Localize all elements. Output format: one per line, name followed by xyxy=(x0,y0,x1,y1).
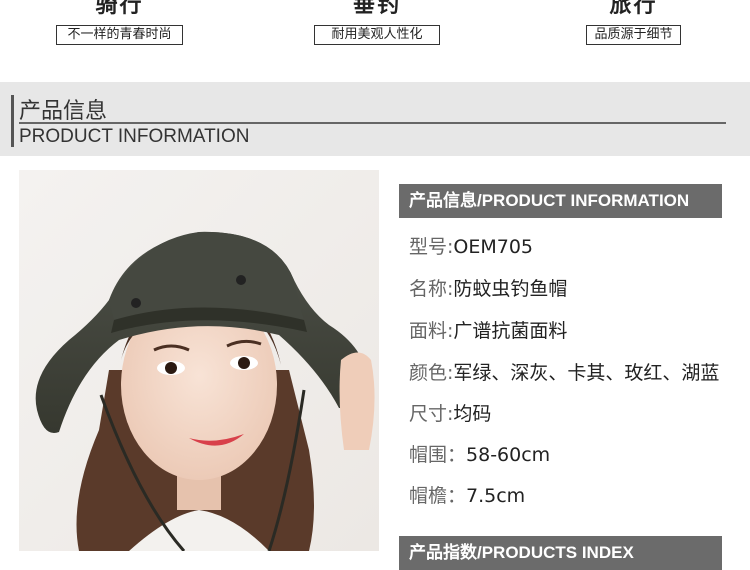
section-divider xyxy=(19,122,726,124)
spec-value: 广谱抗菌面料 xyxy=(453,320,568,342)
spec-value: 58-60cm xyxy=(466,444,551,466)
section-header: 产品信息 PRODUCT INFORMATION xyxy=(0,82,750,156)
spec-colors: 颜色:军绿、深灰、卡其、玫红、湖蓝 xyxy=(409,358,719,385)
spec-name: 名称:防蚊虫钓鱼帽 xyxy=(409,274,567,301)
spec-label: 尺寸: xyxy=(409,403,454,425)
spec-head-circumference: 帽围：58-60cm xyxy=(409,440,550,467)
spec-value: 防蚊虫钓鱼帽 xyxy=(453,278,568,300)
spec-brim: 帽檐：7.5cm xyxy=(409,481,525,508)
spec-label: 名称: xyxy=(409,278,454,300)
model-wearing-hat-image xyxy=(19,170,379,551)
feature-tag: 不一样的青春时尚 xyxy=(56,25,183,45)
spec-fabric: 面料:广谱抗菌面料 xyxy=(409,316,567,343)
section-title-en: PRODUCT INFORMATION xyxy=(19,126,250,147)
feature-name: 旅行 xyxy=(609,0,658,18)
feature-name: 垂钓 xyxy=(352,0,401,18)
spec-value: 军绿、深灰、卡其、玫红、湖蓝 xyxy=(453,362,720,384)
spec-label: 面料: xyxy=(409,320,454,342)
spec-model: 型号:OEM705 xyxy=(409,232,533,259)
section-accent-bar xyxy=(11,95,14,147)
feature-tag: 耐用美观人性化 xyxy=(314,25,440,45)
spec-value: 均码 xyxy=(453,403,492,425)
product-photo xyxy=(19,170,379,551)
feature-row: 骑行 不一样的青春时尚 垂钓 耐用美观人性化 旅行 品质源于细节 xyxy=(0,0,750,82)
feature-tag: 品质源于细节 xyxy=(586,25,681,45)
spec-value: 7.5cm xyxy=(466,485,526,507)
spec-label: 颜色: xyxy=(409,362,454,384)
product-index-header: 产品指数/PRODUCTS INDEX xyxy=(399,536,722,570)
section-title-cn: 产品信息 xyxy=(19,99,108,124)
spec-label: 帽檐： xyxy=(409,485,467,507)
spec-label: 型号: xyxy=(409,236,454,258)
product-info-header: 产品信息/PRODUCT INFORMATION xyxy=(399,184,722,218)
feature-name: 骑行 xyxy=(95,0,144,18)
spec-label: 帽围： xyxy=(409,444,467,466)
spec-size: 尺寸:均码 xyxy=(409,399,491,426)
spec-value: OEM705 xyxy=(453,236,534,258)
